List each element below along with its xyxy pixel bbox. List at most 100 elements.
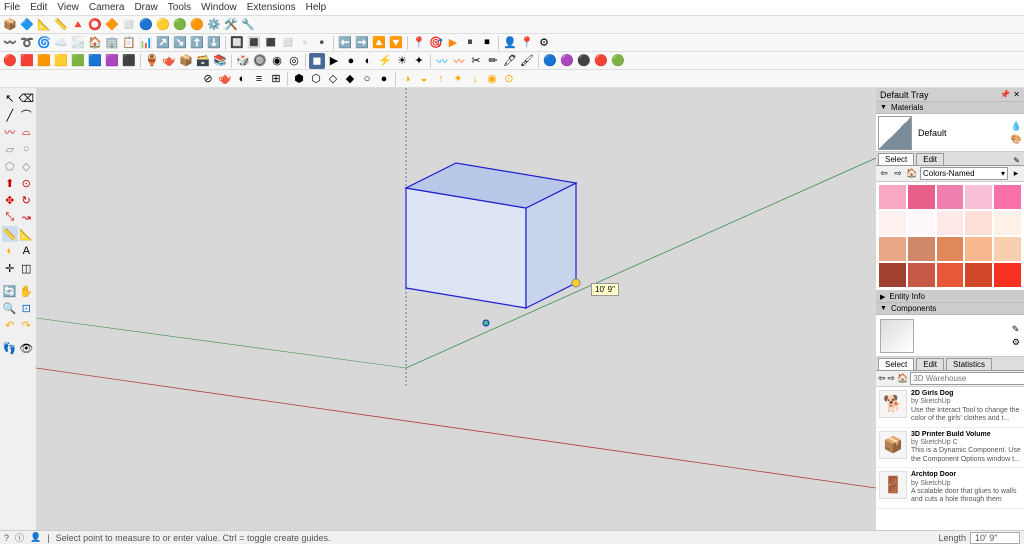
tool-icon[interactable]: ◐ [360, 53, 376, 69]
color-swatch[interactable] [994, 211, 1021, 235]
tool-icon[interactable]: ⬇️ [206, 35, 222, 51]
tool-icon[interactable]: 🔴 [593, 53, 609, 69]
tool-icon[interactable]: 🖌 [519, 53, 535, 69]
tool-icon[interactable]: ⊘ [200, 71, 216, 87]
offset-tool[interactable]: ⊙ [19, 175, 35, 191]
tool-icon[interactable]: ⊙ [501, 71, 517, 87]
tool-icon[interactable]: 🏺 [144, 53, 160, 69]
tool-icon[interactable]: ◐ [234, 71, 250, 87]
color-swatch[interactable] [937, 263, 964, 287]
tool-icon[interactable]: ⚡ [377, 53, 393, 69]
home-icon[interactable]: 🏠 [906, 168, 918, 180]
tool-icon[interactable]: 〰 [434, 53, 450, 69]
viewport[interactable]: 10' 9" [36, 88, 876, 530]
tool-icon[interactable]: 👤 [502, 35, 518, 51]
entity-info-header[interactable]: ▶Entity Info [876, 291, 1024, 303]
zoom-tool[interactable]: 🔍 [2, 300, 18, 316]
tool-icon[interactable]: 🖊 [502, 53, 518, 69]
look-tool[interactable]: 👁 [19, 340, 35, 356]
pushpull-tool[interactable]: ⬆ [2, 175, 18, 191]
collection-dropdown[interactable]: Colors-Named▾ [920, 167, 1008, 180]
tool-icon[interactable]: 📚 [212, 53, 228, 69]
tray-header[interactable]: Default Tray 📌✕ [876, 88, 1024, 102]
home-icon[interactable]: 🏠 [897, 373, 908, 384]
color-swatch[interactable] [908, 263, 935, 287]
tool-icon[interactable]: ⬡ [308, 71, 324, 87]
pan-tool[interactable]: ✋ [19, 283, 35, 299]
tool-icon[interactable]: 🔳 [246, 35, 262, 51]
axes-tool[interactable]: ✛ [2, 260, 18, 276]
tool-icon[interactable]: 🟢 [610, 53, 626, 69]
tab-comp-select[interactable]: Select [878, 358, 914, 370]
create-icon[interactable]: 🎨 [1011, 134, 1022, 145]
tool-icon[interactable]: 🔽 [388, 35, 404, 51]
tool-icon[interactable]: 🔲 [229, 35, 245, 51]
tab-comp-edit[interactable]: Edit [916, 358, 944, 370]
tool-icon[interactable]: 〰️ [2, 35, 18, 51]
menu-view[interactable]: View [57, 2, 79, 13]
play-icon[interactable]: ▶ [326, 53, 342, 69]
color-swatch[interactable] [965, 185, 992, 209]
tab-select[interactable]: Select [878, 153, 914, 165]
tool-icon[interactable]: 🫖 [217, 71, 233, 87]
color-swatch[interactable] [937, 237, 964, 261]
component-item[interactable]: 📦 3D Printer Build Volume by SketchUp C … [876, 428, 1024, 469]
circle-tool[interactable]: ○ [19, 141, 35, 157]
tool-icon[interactable]: ◻️ [280, 35, 296, 51]
menu-window[interactable]: Window [201, 2, 237, 13]
tape-tool[interactable]: 📏 [2, 226, 18, 242]
protractor-tool[interactable]: ◐ [2, 243, 18, 259]
tool-icon[interactable]: 📏 [53, 17, 69, 33]
color-swatch[interactable] [908, 237, 935, 261]
color-swatch[interactable] [965, 263, 992, 287]
tool-icon[interactable]: 🔵 [138, 17, 154, 33]
warehouse-search[interactable] [910, 372, 1024, 385]
tool-icon[interactable]: ▫️ [297, 35, 313, 51]
close-icon[interactable]: ✕ [1013, 90, 1020, 99]
tool-icon[interactable]: ⬅️ [337, 35, 353, 51]
tool-icon[interactable]: ⭕ [87, 17, 103, 33]
tool-icon[interactable]: 🟨 [53, 53, 69, 69]
color-swatch[interactable] [994, 185, 1021, 209]
tool-icon[interactable]: 〰 [451, 53, 467, 69]
tool-icon[interactable]: ● [376, 71, 392, 87]
menu-help[interactable]: Help [306, 2, 327, 13]
tool-icon[interactable]: 🎲 [235, 53, 251, 69]
color-swatch[interactable] [994, 237, 1021, 261]
tool-icon[interactable]: 🔵 [542, 53, 558, 69]
followme-tool[interactable]: ↝ [19, 209, 35, 225]
component-item[interactable]: 🐕 2D Girls Dog by SketchUp Use the Inter… [876, 387, 1024, 428]
prev-tool[interactable]: ↶ [2, 317, 18, 333]
pencil-icon[interactable]: ✎ [1013, 156, 1020, 165]
dimension-tool[interactable]: 📐 [19, 226, 35, 242]
tool-icon[interactable]: 🟣 [559, 53, 575, 69]
cube[interactable] [406, 163, 576, 308]
rect-tool[interactable]: ▱ [2, 141, 18, 157]
options-icon[interactable]: ⚙ [1012, 337, 1020, 348]
tool-icon[interactable]: ↘️ [172, 35, 188, 51]
tool-icon[interactable]: 🏢 [104, 35, 120, 51]
tool-icon[interactable]: ➡️ [354, 35, 370, 51]
tool-icon[interactable]: 📐 [36, 17, 52, 33]
tool-icon[interactable]: ⬆️ [189, 35, 205, 51]
tool-icon[interactable]: 🔷 [19, 17, 35, 33]
tool-icon[interactable]: 📍 [519, 35, 535, 51]
menu-file[interactable]: File [4, 2, 20, 13]
tool-icon[interactable]: 🌀 [36, 35, 52, 51]
walk-tool[interactable]: 👣 [2, 340, 18, 356]
shape-tool[interactable]: ◇ [19, 158, 35, 174]
tool-icon[interactable]: ◒ [416, 71, 432, 87]
menu-camera[interactable]: Camera [89, 2, 125, 13]
move-tool[interactable]: ✥ [2, 192, 18, 208]
tab-comp-stats[interactable]: Statistics [946, 358, 992, 370]
materials-header[interactable]: ▼Materials [876, 102, 1024, 114]
tool-icon[interactable]: ● [343, 53, 359, 69]
color-swatch[interactable] [879, 263, 906, 287]
tool-icon[interactable]: 🔺 [70, 17, 86, 33]
menu-icon[interactable]: ▸ [1010, 168, 1022, 180]
tool-icon[interactable]: 📊 [138, 35, 154, 51]
tool-icon[interactable]: 🏠 [87, 35, 103, 51]
color-swatch[interactable] [908, 211, 935, 235]
user-icon[interactable]: 👤 [30, 532, 41, 543]
tool-icon[interactable]: ◉ [269, 53, 285, 69]
